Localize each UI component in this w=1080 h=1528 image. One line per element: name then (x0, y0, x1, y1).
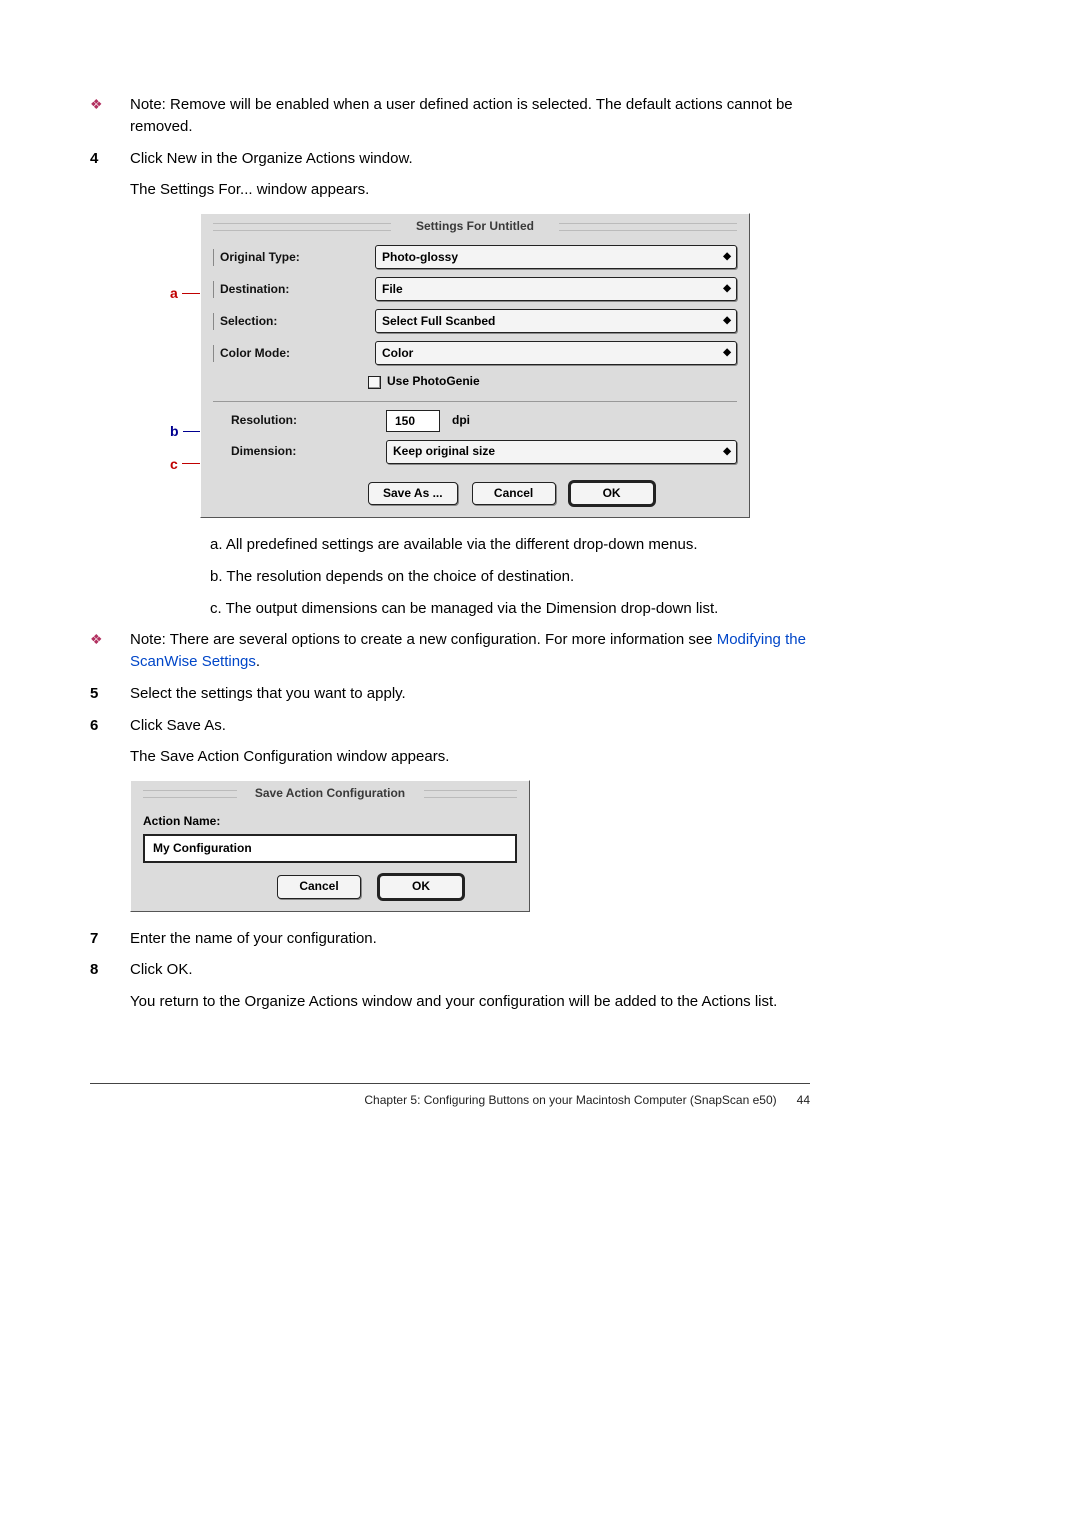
callout-column: a b c (170, 213, 200, 474)
step-8: 8 Click OK. (90, 959, 810, 981)
save-ok-button[interactable]: OK (379, 875, 463, 898)
note-options: ❖ Note: There are several options to cre… (90, 629, 810, 673)
step-6: 6 Click Save As. (90, 715, 810, 737)
step-7-text: Enter the name of your configuration. (130, 928, 810, 950)
step-4-sub: The Settings For... window appears. (130, 179, 810, 201)
updown-icon: ◆ (723, 285, 730, 293)
diamond-bullet-icon: ❖ (90, 629, 130, 673)
dropdown-original-type-value: Photo-glossy (382, 249, 458, 266)
step-7-number: 7 (90, 928, 130, 950)
dropdown-color-mode-value: Color (382, 345, 413, 362)
save-as-button[interactable]: Save As ... (368, 482, 458, 505)
label-resolution: Resolution: (213, 412, 386, 429)
input-action-name[interactable]: My Configuration (143, 834, 517, 863)
step-8-number: 8 (90, 959, 130, 981)
label-action-name: Action Name: (143, 813, 517, 830)
label-selection: Selection: (213, 313, 375, 330)
step-8-sub: You return to the Organize Actions windo… (130, 991, 810, 1013)
dropdown-color-mode[interactable]: Color ◆ (375, 341, 737, 365)
label-color-mode: Color Mode: (213, 345, 375, 362)
step-7: 7 Enter the name of your configuration. (90, 928, 810, 950)
dropdown-dimension[interactable]: Keep original size ◆ (386, 440, 737, 464)
dropdown-selection[interactable]: Select Full Scanbed ◆ (375, 309, 737, 333)
step-4: 4 Click New in the Organize Actions wind… (90, 148, 810, 170)
label-dimension: Dimension: (213, 443, 386, 460)
note-remove-text: Note: Remove will be enabled when a user… (130, 94, 810, 138)
cancel-button[interactable]: Cancel (472, 482, 556, 505)
caption-a: a. All predefined settings are available… (210, 534, 810, 556)
label-dpi: dpi (452, 412, 470, 429)
dropdown-selection-value: Select Full Scanbed (382, 313, 495, 330)
note-options-text: Note: There are several options to creat… (130, 631, 717, 648)
updown-icon: ◆ (723, 349, 730, 357)
save-cancel-button[interactable]: Cancel (277, 875, 361, 898)
ok-button[interactable]: OK (570, 482, 654, 505)
step-8-text: Click OK. (130, 959, 810, 981)
label-original-type: Original Type: (213, 249, 375, 266)
dropdown-dimension-value: Keep original size (393, 443, 495, 460)
step-5: 5 Select the settings that you want to a… (90, 683, 810, 705)
caption-b: b. The resolution depends on the choice … (210, 566, 810, 588)
step-4-text: Click New in the Organize Actions window… (130, 148, 810, 170)
diamond-bullet-icon: ❖ (90, 94, 130, 138)
dropdown-destination[interactable]: File ◆ (375, 277, 737, 301)
settings-dialog-title: Settings For Untitled (213, 218, 737, 235)
settings-dialog: Settings For Untitled Original Type: Pho… (200, 213, 750, 518)
step-6-sub: The Save Action Configuration window app… (130, 746, 810, 768)
checkbox-photogenie[interactable] (368, 376, 381, 389)
updown-icon: ◆ (723, 448, 730, 456)
label-destination: Destination: (213, 281, 375, 298)
label-photogenie: Use PhotoGenie (387, 373, 480, 390)
settings-dialog-figure: a b c Settings For Untitled Original Typ… (170, 213, 810, 518)
callout-c: c (170, 454, 200, 474)
save-action-dialog-title: Save Action Configuration (143, 785, 517, 802)
input-resolution[interactable]: 150 (386, 410, 440, 432)
step-4-number: 4 (90, 148, 130, 170)
callout-b: b (170, 421, 200, 441)
updown-icon: ◆ (723, 253, 730, 261)
step-5-number: 5 (90, 683, 130, 705)
dropdown-destination-value: File (382, 281, 403, 298)
separator (213, 401, 737, 402)
step-6-number: 6 (90, 715, 130, 737)
step-5-text: Select the settings that you want to app… (130, 683, 810, 705)
footer-page-number: 44 (797, 1093, 810, 1107)
caption-c: c. The output dimensions can be managed … (210, 598, 810, 620)
note-remove: ❖ Note: Remove will be enabled when a us… (90, 94, 810, 138)
callout-a: a (170, 283, 200, 303)
note-options-period: . (256, 653, 260, 670)
save-action-dialog: Save Action Configuration Action Name: M… (130, 780, 530, 912)
footer-chapter: Chapter 5: Configuring Buttons on your M… (364, 1093, 776, 1107)
page-footer: Chapter 5: Configuring Buttons on your M… (90, 1083, 810, 1109)
dropdown-original-type[interactable]: Photo-glossy ◆ (375, 245, 737, 269)
updown-icon: ◆ (723, 317, 730, 325)
step-6-text: Click Save As. (130, 715, 810, 737)
